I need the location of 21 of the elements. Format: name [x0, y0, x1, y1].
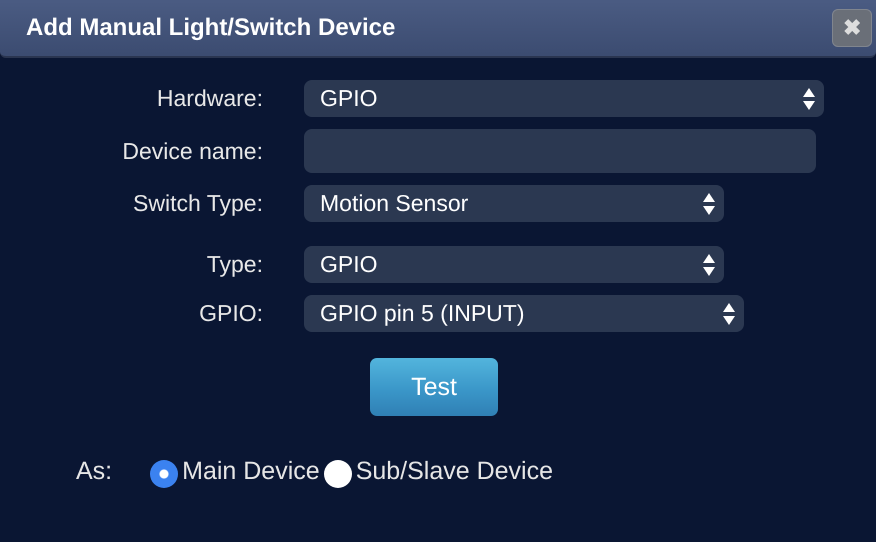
- radio-label[interactable]: Sub/Slave Device: [356, 456, 554, 486]
- close-button[interactable]: ✖: [832, 9, 872, 47]
- dropdown[interactable]: GPIO: [304, 246, 724, 283]
- dropdown-arrows-icon: [802, 86, 816, 110]
- dropdown-arrows-icon: [702, 192, 716, 216]
- field-label: Switch Type:: [132, 190, 263, 217]
- field-label: Type:: [206, 251, 263, 278]
- dropdown-arrows-icon: [702, 252, 716, 276]
- radio-button[interactable]: [324, 460, 352, 488]
- radio-label[interactable]: Main Device: [182, 456, 320, 486]
- field-label: GPIO:: [198, 300, 263, 327]
- input-field[interactable]: [304, 129, 816, 173]
- dropdown[interactable]: GPIO: [304, 80, 824, 117]
- dropdown-arrows-icon: [722, 302, 736, 326]
- dropdown[interactable]: GPIO pin 5 (INPUT): [304, 295, 744, 332]
- field-label: Device name:: [121, 138, 263, 164]
- as-label: As:: [76, 456, 112, 486]
- dropdown[interactable]: Motion Sensor: [304, 185, 724, 222]
- radio-button[interactable]: [150, 460, 178, 488]
- field-label: Hardware:: [156, 85, 263, 112]
- dialog-title: Add Manual Light/Switch Device: [26, 14, 396, 42]
